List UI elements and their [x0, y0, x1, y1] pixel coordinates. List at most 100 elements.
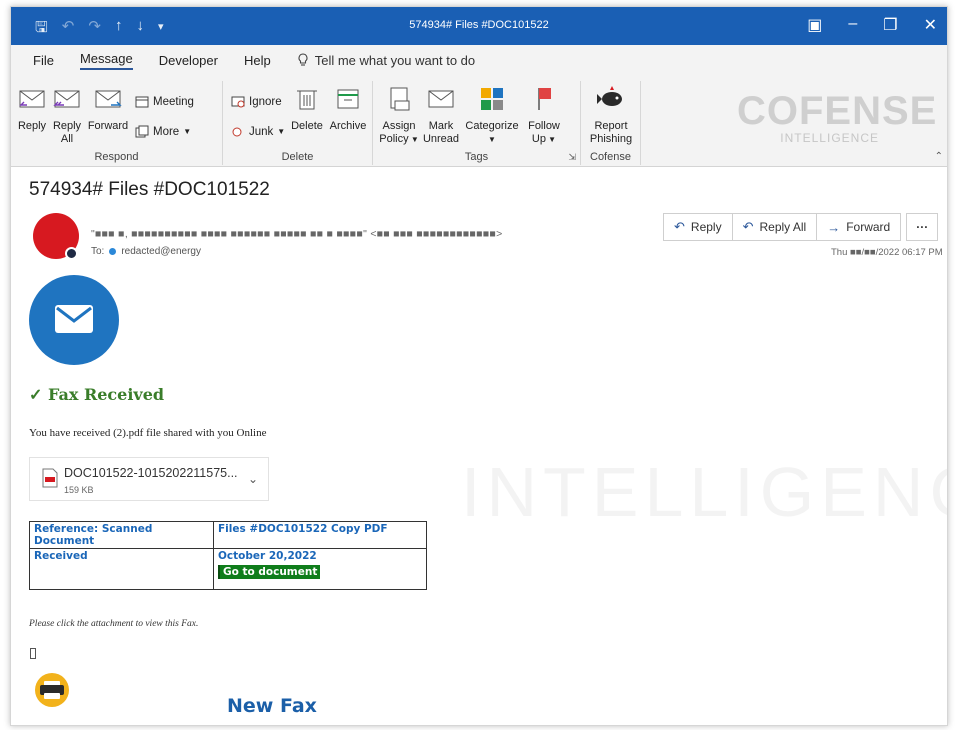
more-icon: [135, 125, 149, 138]
categorize-icon: [481, 88, 503, 110]
reply-all-arrow-icon: ↶: [742, 219, 754, 234]
recipient-line: To: redacted@energy: [91, 246, 201, 257]
reply-label: Reply: [17, 120, 47, 132]
assign-policy-button[interactable]: Assign Policy ▼: [379, 85, 419, 146]
forward-label: Forward: [87, 120, 129, 132]
archive-label: Archive: [329, 120, 367, 132]
reply-icon: [19, 90, 45, 108]
lightbulb-icon: [298, 53, 308, 66]
tab-file[interactable]: File: [33, 53, 54, 68]
pdf-file-icon: [42, 468, 58, 488]
ribbon: Reply Reply All Forward Meeting More ▼ R…: [11, 75, 947, 167]
archive-button[interactable]: Archive: [327, 85, 369, 133]
junk-button[interactable]: Junk ▼: [231, 125, 285, 138]
forward-action-button[interactable]: → Forward: [816, 213, 902, 241]
meeting-button[interactable]: Meeting: [135, 95, 194, 108]
follow-label-1: Follow: [528, 120, 560, 132]
follow-up-button[interactable]: Follow Up ▼: [523, 85, 565, 146]
tags-group: Assign Policy ▼ Mark Unread Categorize ▼…: [373, 81, 581, 165]
cofense-logo-text: COFENSE: [737, 89, 938, 133]
delete-button[interactable]: Delete: [289, 85, 325, 133]
envelope-icon: [55, 305, 93, 333]
cofense-group: Report Phishing Cofense: [581, 81, 641, 165]
reply-action-button[interactable]: ↶ Reply: [663, 213, 733, 241]
forward-arrow-icon: →: [827, 219, 841, 235]
reply-all-icon: [53, 90, 80, 108]
mark-unread-button[interactable]: Mark Unread: [421, 85, 461, 146]
reply-all-label-1: Reply: [52, 120, 82, 132]
envelope-icon: [428, 90, 454, 108]
tags-group-label: Tags: [464, 151, 489, 163]
presence-dot-icon: [109, 248, 117, 255]
respond-group-label: Respond: [94, 151, 139, 163]
mark-label-2: Unread: [422, 133, 460, 145]
received-message: You have received (2).pdf file shared wi…: [29, 427, 267, 439]
delete-group: Ignore Junk ▼ Delete Archive Delete: [223, 81, 373, 165]
ribbon-display-icon[interactable]: ▣: [807, 15, 822, 35]
ignore-label: Ignore: [249, 95, 282, 108]
recipient-address[interactable]: redacted@energy: [121, 246, 201, 257]
files-cell: Files #DOC101522 Copy PDF: [213, 521, 427, 549]
archive-icon: [337, 89, 359, 109]
reply-all-button[interactable]: Reply All: [49, 85, 85, 146]
reply-button[interactable]: Reply: [15, 85, 49, 133]
click-attachment-note: Please click the attachment to view this…: [29, 619, 199, 629]
phish-icon: [597, 86, 622, 106]
forward-icon: [95, 90, 122, 108]
reply-all-action-label: Reply All: [759, 220, 807, 234]
sender-address[interactable]: "■■■ ■, ■■■■■■■■■■ ■■■■ ■■■■■■ ■■■■■ ■■ …: [91, 228, 503, 240]
title-bar: 🖫 ↶ ↷ ↑ ↓ ▾ 574934# Files #DOC101522 ▣ –…: [11, 7, 947, 45]
reply-action-label: Reply: [690, 220, 722, 234]
printer-icon: [35, 673, 69, 707]
outlook-window: 🖫 ↶ ↷ ↑ ↓ ▾ 574934# Files #DOC101522 ▣ –…: [10, 6, 948, 726]
flag-icon: [538, 88, 551, 110]
go-to-document-link[interactable]: Go to document: [218, 565, 321, 579]
message-actions: ↶ Reply ↶ Reply All → Forward ···: [663, 213, 939, 241]
reference-table: Reference: Scanned Document Files #DOC10…: [29, 521, 427, 590]
window-controls: ▣ – ❐ ✕: [807, 15, 937, 35]
restore-icon[interactable]: ❐: [883, 15, 897, 35]
dialog-launcher-icon[interactable]: ⇲: [568, 152, 576, 163]
mark-label-1: Mark: [428, 120, 454, 132]
reply-all-action-button[interactable]: ↶ Reply All: [731, 213, 818, 241]
tab-developer[interactable]: Developer: [159, 53, 218, 68]
dropdown-icon: ▼: [488, 135, 496, 144]
forward-action-label: Forward: [846, 220, 891, 234]
new-fax-heading: New Fax: [227, 695, 317, 717]
close-icon[interactable]: ✕: [924, 15, 937, 35]
report-phishing-button[interactable]: Report Phishing: [583, 85, 639, 146]
ignore-icon: [231, 96, 245, 108]
forward-button[interactable]: Forward: [87, 85, 129, 133]
cofense-logo: COFENSE INTELLIGENCE: [717, 89, 936, 145]
received-date: October 20,2022: [218, 550, 317, 562]
tell-me-text: Tell me what you want to do: [314, 52, 476, 68]
ignore-button[interactable]: Ignore: [231, 95, 282, 108]
report-label-1: Report: [594, 120, 628, 132]
watermark: INTELLIGENCE: [461, 453, 947, 531]
attachment-name: DOC101522-1015202211575...: [64, 466, 238, 480]
reply-arrow-icon: ↶: [674, 219, 685, 234]
tell-me-box[interactable]: Tell me what you want to do: [297, 53, 475, 68]
chevron-down-icon[interactable]: ⌄: [248, 472, 258, 486]
delete-label: Delete: [291, 120, 323, 132]
message-subject: 574934# Files #DOC101522: [29, 179, 270, 200]
fax-received-heading: ✓ Fax Received: [29, 385, 165, 404]
more-actions-button[interactable]: ···: [906, 213, 939, 241]
collapse-ribbon-icon[interactable]: ⌃: [935, 151, 943, 162]
attachment-size: 159 KB: [64, 485, 94, 495]
cofense-logo-subtitle: INTELLIGENCE: [780, 131, 879, 145]
minimize-icon[interactable]: –: [848, 15, 857, 35]
respond-group: Reply Reply All Forward Meeting More ▼ R…: [11, 81, 223, 165]
dropdown-icon: ▼: [183, 127, 192, 136]
to-label: To:: [91, 246, 105, 257]
tab-help[interactable]: Help: [244, 53, 271, 68]
tab-message[interactable]: Message: [79, 51, 133, 70]
attachment-card[interactable]: DOC101522-1015202211575... 159 KB ⌄: [29, 457, 269, 501]
reference-label-cell: Reference: Scanned Document: [29, 521, 214, 549]
more-label: More: [153, 125, 180, 138]
fax-envelope-logo: [29, 275, 119, 365]
more-respond-button[interactable]: More ▼: [135, 125, 191, 138]
cofense-group-label: Cofense: [590, 151, 631, 163]
categorize-button[interactable]: Categorize ▼: [463, 85, 521, 146]
policy-icon: [390, 87, 410, 111]
